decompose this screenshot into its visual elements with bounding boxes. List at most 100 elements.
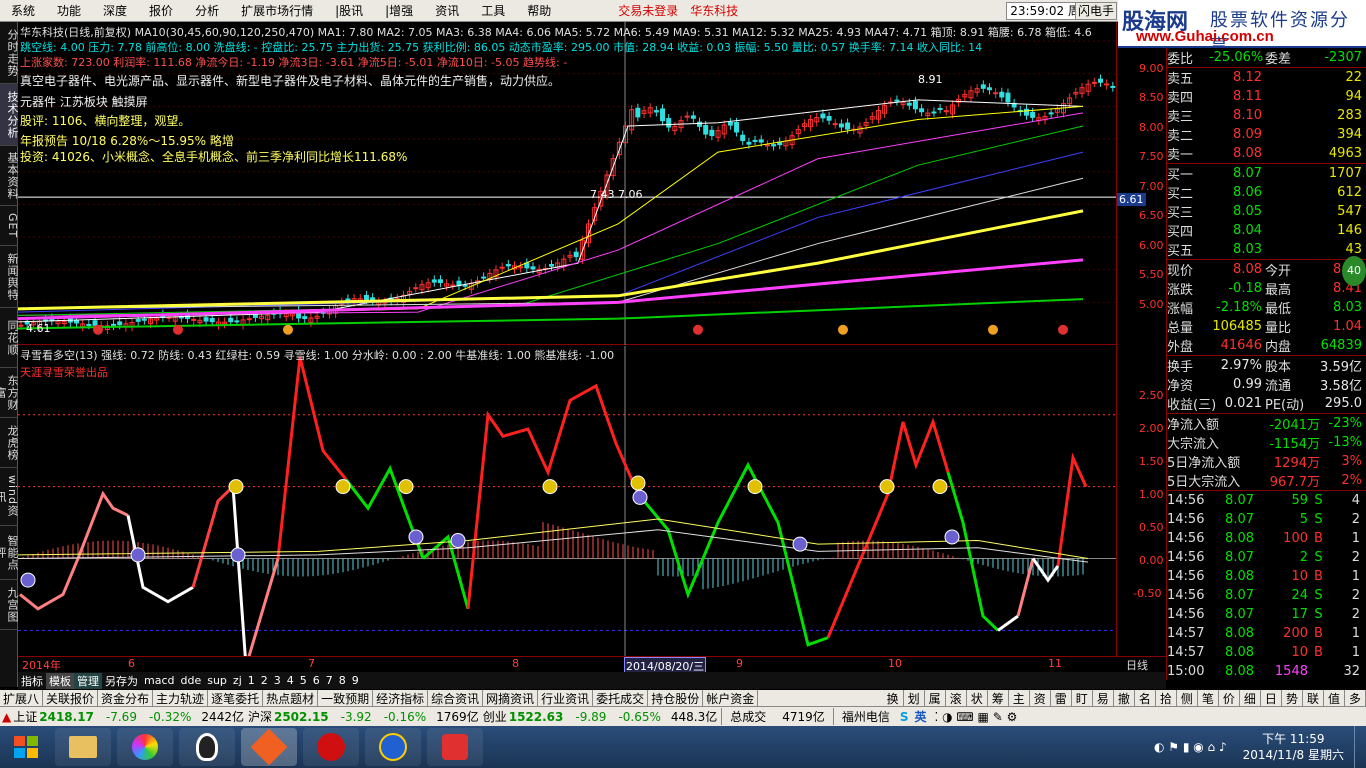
index-sh-label[interactable]: 上证 — [13, 708, 37, 725]
tab-fundamentals[interactable]: 基本资料 — [0, 146, 19, 206]
tab-smart-review[interactable]: 智能点评 — [0, 526, 19, 580]
quick-button[interactable]: 雷 — [1051, 689, 1072, 707]
tab-nine-grid[interactable]: 九宫图 — [0, 580, 19, 630]
quick-button[interactable]: 资 — [1030, 689, 1051, 707]
tool-tab-dde[interactable]: dde — [178, 674, 205, 687]
taskbar-player-icon[interactable] — [117, 728, 173, 766]
quote-stat-row[interactable]: 涨跌 -0.18 最高 8.41 — [1167, 279, 1366, 298]
quick-button[interactable]: 拾 — [1156, 689, 1177, 707]
ask-row[interactable]: 卖三 8.10 283 — [1167, 106, 1366, 125]
function-tab[interactable]: 主力轨迹 — [153, 689, 209, 707]
show-desktop-button[interactable] — [1354, 726, 1366, 768]
quick-button[interactable]: 细 — [1240, 689, 1261, 707]
function-tab[interactable]: 资金分布 — [98, 689, 154, 707]
quick-button[interactable]: 换 — [883, 689, 904, 707]
menu-item-system[interactable]: 系统 — [0, 2, 46, 19]
function-tab[interactable]: 关联报价 — [43, 689, 99, 707]
tick-row[interactable]: 14:56 8.07 5 S 2 — [1167, 510, 1366, 529]
menu-item-tools[interactable]: 工具 — [470, 2, 516, 19]
tab-lhb[interactable]: 龙虎榜 — [0, 418, 19, 468]
tick-row[interactable]: 14:56 8.08 100 B 1 — [1167, 529, 1366, 548]
function-tab[interactable]: 扩展八 — [0, 689, 44, 707]
quick-button[interactable]: 联 — [1303, 689, 1324, 707]
tool-tab-7[interactable]: 7 — [323, 674, 336, 687]
quick-button[interactable]: 笔 — [1198, 689, 1219, 707]
tick-row[interactable]: 14:57 8.08 200 B 1 — [1167, 624, 1366, 643]
menu-item-quote[interactable]: 报价 — [138, 2, 184, 19]
fund-flow-row[interactable]: 5日净流入额 1294万 3% — [1167, 452, 1366, 471]
quick-button[interactable]: 划 — [904, 689, 925, 707]
menu-item-info[interactable]: 资讯 — [424, 2, 470, 19]
tool-tab-9[interactable]: 9 — [349, 674, 362, 687]
tab-get[interactable]: GET — [0, 206, 19, 246]
trade-login-status[interactable]: 交易未登录 — [612, 2, 684, 19]
bid-row[interactable]: 买一 8.07 1707 — [1167, 164, 1366, 183]
quote-stat-row[interactable]: 收益(三) 0.021 PE(动) 295.0 — [1167, 394, 1366, 413]
taskbar-explorer-icon[interactable] — [55, 728, 111, 766]
quick-button[interactable]: 势 — [1282, 689, 1303, 707]
period-label[interactable]: 日线 — [1126, 657, 1148, 673]
float-badge-icon[interactable]: 40 — [1342, 256, 1366, 286]
tick-row[interactable]: 14:56 8.07 59 S 4 — [1167, 491, 1366, 510]
quick-button[interactable]: 状 — [967, 689, 988, 707]
bid-row[interactable]: 买五 8.03 43 — [1167, 240, 1366, 259]
quick-button[interactable]: 盯 — [1072, 689, 1093, 707]
quick-button[interactable]: 易 — [1093, 689, 1114, 707]
tool-tab-sup[interactable]: sup — [204, 674, 230, 687]
function-tab[interactable]: 综合资讯 — [428, 689, 484, 707]
quick-button[interactable]: 主 — [1009, 689, 1030, 707]
quick-button[interactable]: 价 — [1219, 689, 1240, 707]
ime-toolbar-icons[interactable]: ⁚ ◑ ⌨ ▦ ✎ ⚙ — [931, 710, 1022, 724]
ime-mode[interactable]: 英 — [910, 708, 930, 725]
tick-row[interactable]: 15:00 8.08 1548 32 — [1167, 662, 1366, 681]
function-tab[interactable]: 行业资讯 — [538, 689, 594, 707]
menu-item-ext-market[interactable]: 扩展市场行情 — [230, 2, 324, 19]
quick-button[interactable]: 名 — [1135, 689, 1156, 707]
tab-eastmoney[interactable]: 东方财富 — [0, 368, 19, 418]
menu-item-analysis[interactable]: 分析 — [184, 2, 230, 19]
quote-stat-row[interactable]: 涨幅 -2.18% 最低 8.03 — [1167, 298, 1366, 317]
menu-item-function[interactable]: 功能 — [46, 2, 92, 19]
bid-row[interactable]: 买二 8.06 612 — [1167, 183, 1366, 202]
ime-icon[interactable]: S — [898, 710, 911, 724]
tick-row[interactable]: 14:56 8.07 17 S 2 — [1167, 605, 1366, 624]
menu-item-enhance[interactable]: |增强 — [374, 2, 424, 19]
index-hs-label[interactable]: 沪深 — [248, 708, 272, 725]
function-tab[interactable]: 帐户资金 — [703, 689, 759, 707]
taskbar-stock-app-icon[interactable] — [241, 728, 297, 766]
quote-stat-row[interactable]: 外盘 41646 内盘 64839 — [1167, 336, 1366, 355]
tray-icons[interactable]: ◐ ⚑ ▮ ◉ ⌂ ♪ — [1148, 740, 1233, 754]
bid-row[interactable]: 买四 8.04 146 — [1167, 221, 1366, 240]
menu-item-news[interactable]: |股讯 — [324, 2, 374, 19]
tab-wind[interactable]: wind资讯 — [0, 468, 19, 526]
function-tab[interactable]: 经济指标 — [373, 689, 429, 707]
tool-tab-saveas[interactable]: 另存为 — [102, 673, 141, 689]
fund-flow-row[interactable]: 5日大宗流入 967.7万 2% — [1167, 471, 1366, 490]
tool-tab-template[interactable]: 模板 — [46, 672, 74, 689]
quote-stat-row[interactable]: 换手 2.97% 股本 3.59亿 — [1167, 356, 1366, 375]
tool-tab-indicator[interactable]: 指标 — [18, 673, 46, 689]
tool-tab-manage[interactable]: 管理 — [74, 672, 102, 689]
tool-tab-1[interactable]: 1 — [245, 674, 258, 687]
bid-row[interactable]: 买三 8.05 547 — [1167, 202, 1366, 221]
quick-button[interactable]: 滚 — [946, 689, 967, 707]
quick-button[interactable]: 属 — [925, 689, 946, 707]
taskbar-qq-icon[interactable] — [179, 728, 235, 766]
tool-tab-3[interactable]: 3 — [271, 674, 284, 687]
tool-tab-4[interactable]: 4 — [284, 674, 297, 687]
quick-button[interactable]: 值 — [1324, 689, 1345, 707]
tick-row[interactable]: 14:57 8.08 10 B 1 — [1167, 643, 1366, 662]
tab-news[interactable]: 新闻舆特 — [0, 246, 19, 308]
index-cy-label[interactable]: 创业 — [483, 708, 507, 725]
ask-row[interactable]: 卖一 8.08 4963 — [1167, 144, 1366, 163]
taskbar-red-app-icon[interactable] — [303, 728, 359, 766]
function-tab[interactable]: 一致预期 — [318, 689, 374, 707]
function-tab[interactable]: 委托成交 — [593, 689, 649, 707]
menu-item-help[interactable]: 帮助 — [516, 2, 562, 19]
quick-button[interactable]: 撤 — [1114, 689, 1135, 707]
tool-tab-8[interactable]: 8 — [336, 674, 349, 687]
function-tab[interactable]: 逐笔委托 — [208, 689, 264, 707]
tick-row[interactable]: 14:56 8.07 2 S 2 — [1167, 548, 1366, 567]
ask-row[interactable]: 卖四 8.11 94 — [1167, 87, 1366, 106]
menu-item-depth[interactable]: 深度 — [92, 2, 138, 19]
